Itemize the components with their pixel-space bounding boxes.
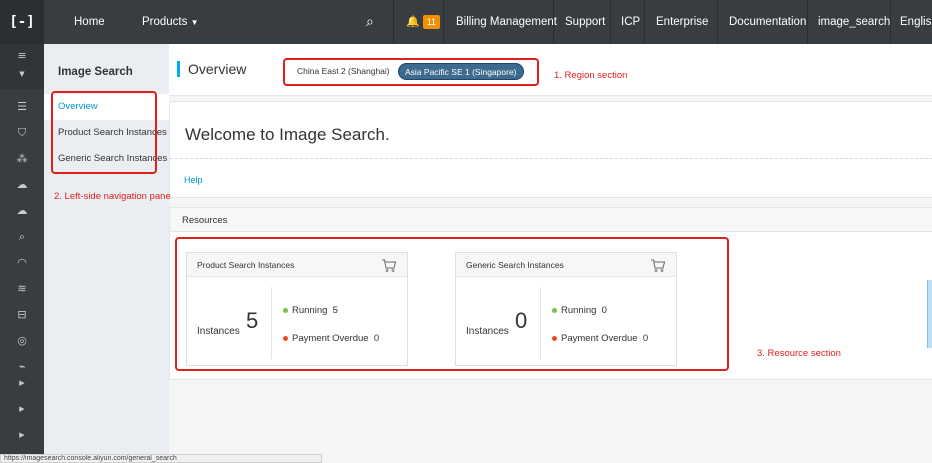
nav-divider — [553, 0, 554, 44]
layers-icon[interactable]: ≋ — [0, 279, 44, 299]
database-icon[interactable]: ⊟ — [0, 305, 44, 325]
nav-billing[interactable]: Billing Management — [456, 0, 557, 44]
subnav-title: Image Search — [58, 66, 133, 78]
sidebar-toggle[interactable]: ≡ ▼ — [0, 44, 44, 89]
page-title: Overview — [177, 61, 246, 77]
cloud-icon[interactable]: ☁ — [0, 201, 44, 221]
region-section-highlight — [283, 58, 539, 86]
resources-title: Resources — [182, 215, 228, 226]
navigation-pane-annotation: 2. Left-side navigation pane — [54, 191, 171, 202]
welcome-card: Welcome to Image Search. Help — [169, 101, 932, 198]
console-logo[interactable]: [-] — [0, 0, 44, 44]
side-panel-tab[interactable] — [927, 280, 932, 348]
caret-down-icon: ▼ — [190, 18, 199, 27]
caret-right-icon[interactable]: ▶ — [0, 399, 44, 419]
nav-account[interactable]: image_search — [818, 0, 890, 44]
resource-section-annotation: 3. Resource section — [757, 348, 841, 359]
welcome-heading: Welcome to Image Search. — [185, 125, 390, 144]
nav-divider — [443, 0, 444, 44]
target-icon[interactable]: ◎ — [0, 331, 44, 351]
caret-right-icon[interactable]: ▶ — [0, 373, 44, 393]
product-icon-sidebar: ≡ ▼ ☰ ⛉ ⁂ ☁ ☁ ⌕ ◠ ≋ ⊟ ◎ ⌁ ▶ ▶ ▶ — [0, 44, 44, 463]
region-section-annotation: 1. Region section — [554, 70, 628, 81]
chevron-down-icon: ▼ — [19, 70, 25, 78]
help-link[interactable]: Help — [184, 175, 203, 185]
resources-header: Resources — [170, 208, 932, 232]
cluster-icon[interactable]: ⁂ — [0, 149, 44, 169]
nav-products[interactable]: Products ▼ — [142, 0, 199, 44]
nav-products-label: Products — [142, 16, 188, 28]
nav-divider — [644, 0, 645, 44]
navigation-pane-highlight — [51, 91, 157, 174]
nav-enterprise[interactable]: Enterprise — [656, 0, 708, 44]
nav-icp[interactable]: ICP — [621, 0, 640, 44]
divider — [170, 158, 932, 159]
list-icon[interactable]: ☰ — [0, 97, 44, 117]
resource-section-highlight — [175, 237, 729, 371]
nav-divider — [610, 0, 611, 44]
search-scan-icon[interactable]: ⌕ — [0, 227, 44, 247]
nav-home[interactable]: Home — [74, 0, 105, 44]
search-icon[interactable]: ⌕ — [366, 0, 374, 44]
cloud-upload-icon[interactable]: ☁ — [0, 175, 44, 195]
caret-right-icon[interactable]: ▶ — [0, 425, 44, 445]
top-navigation-bar: [-] Home Products ▼ ⌕ 🔔 11 Billing Manage… — [0, 0, 932, 44]
shield-icon[interactable]: ⛉ — [0, 123, 44, 143]
nav-documentation[interactable]: Documentation — [729, 0, 806, 44]
browser-status-url: https://imagesearch.console.aliyun.com/g… — [0, 454, 322, 463]
nav-divider — [890, 0, 891, 44]
menu-icon: ≡ — [17, 49, 27, 62]
nav-divider — [717, 0, 718, 44]
cloud-outline-icon[interactable]: ◠ — [0, 253, 44, 273]
bell-icon: 🔔 — [406, 15, 420, 28]
nav-support[interactable]: Support — [565, 0, 605, 44]
nav-divider — [393, 0, 394, 44]
notifications-button[interactable]: 🔔 11 — [406, 0, 441, 44]
nav-language[interactable]: English — [900, 0, 932, 44]
nav-divider — [807, 0, 808, 44]
notification-count-badge: 11 — [422, 14, 441, 29]
